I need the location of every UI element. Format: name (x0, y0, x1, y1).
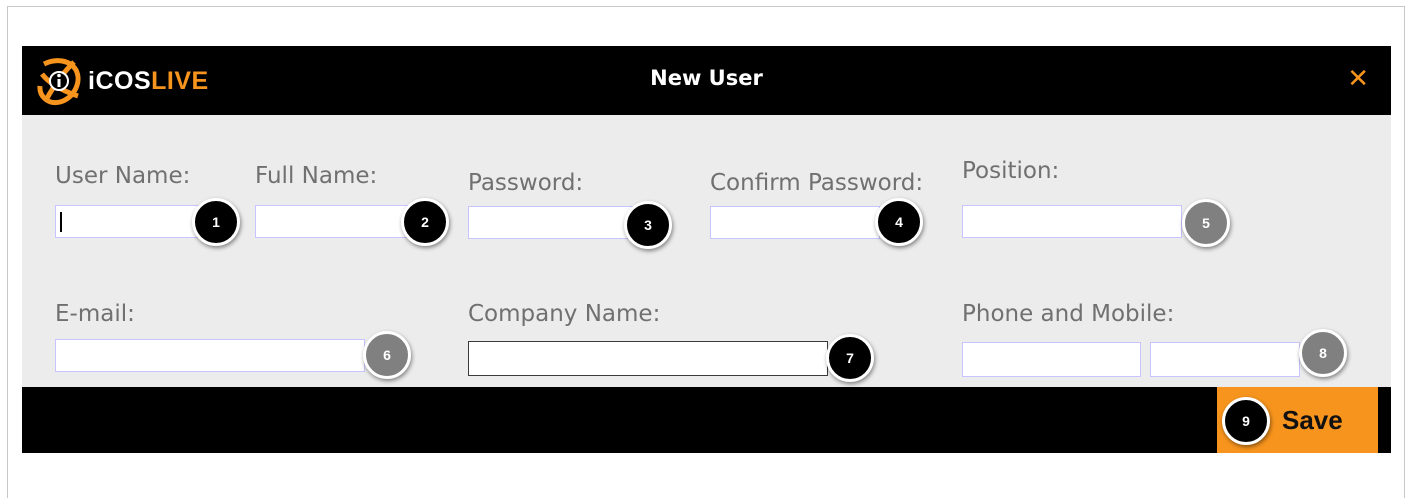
step-badge-8: 8 (1299, 329, 1347, 377)
position-label: Position: (962, 158, 1060, 184)
dialog-title: New User (650, 66, 763, 90)
step-badge-5: 5 (1182, 199, 1230, 247)
password-input[interactable] (468, 206, 634, 239)
company-name-label: Company Name: (468, 301, 661, 327)
email-label: E-mail: (55, 301, 135, 327)
company-name-input[interactable] (468, 341, 828, 376)
dialog-titlebar: iCOSLIVE New User ✕ (22, 46, 1391, 115)
dialog-footer: Save 9 (22, 387, 1391, 453)
step-badge-4: 4 (875, 198, 923, 246)
step-badge-3: 3 (624, 201, 672, 249)
user-name-label: User Name: (55, 163, 191, 189)
user-name-input[interactable] (55, 205, 200, 238)
step-badge-9: 9 (1222, 397, 1270, 445)
mobile-input[interactable] (1150, 342, 1300, 377)
full-name-label: Full Name: (255, 163, 378, 189)
form-body: User Name: 1 Full Name: 2 Password: 3 Co… (22, 115, 1391, 387)
close-icon[interactable]: ✕ (1347, 64, 1369, 94)
text-cursor (60, 212, 62, 232)
email-input[interactable] (55, 339, 365, 372)
user-name-wrap (55, 205, 200, 238)
step-badge-6: 6 (363, 331, 411, 379)
password-label: Password: (468, 170, 584, 196)
step-badge-1: 1 (192, 198, 240, 246)
confirm-password-label: Confirm Password: (710, 170, 924, 196)
confirm-password-input[interactable] (710, 206, 880, 239)
position-input[interactable] (962, 205, 1182, 238)
phone-mobile-label: Phone and Mobile: (962, 301, 1175, 327)
step-badge-2: 2 (401, 198, 449, 246)
step-badge-7: 7 (826, 334, 874, 382)
full-name-input[interactable] (255, 205, 415, 238)
phone-input[interactable] (962, 342, 1141, 377)
new-user-dialog: iCOSLIVE New User ✕ User Name: 1 Full Na… (22, 46, 1391, 453)
